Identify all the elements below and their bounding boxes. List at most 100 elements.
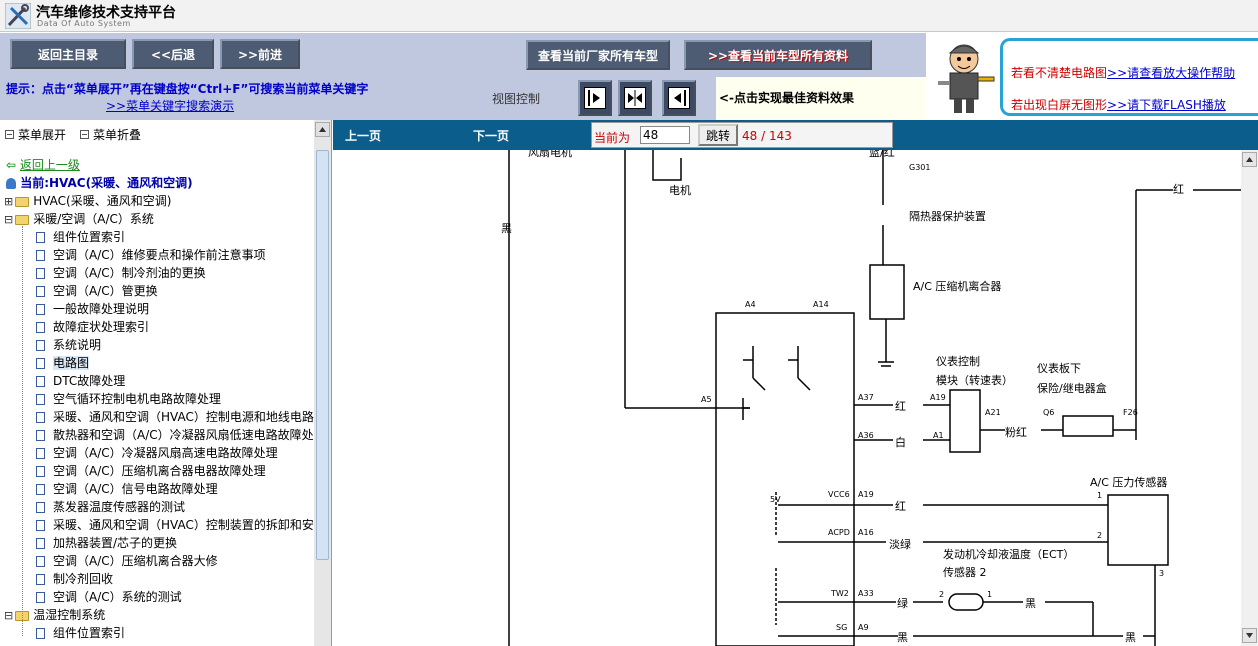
tree-leaf[interactable]: 空调（A/C）制冷剂油的更换 — [36, 264, 206, 282]
ac-clutch-label: A/C 压缩机离合器 — [913, 279, 1001, 293]
wire-green: 绿 — [897, 596, 908, 610]
pin-a21: A21 — [985, 408, 1001, 417]
wire-red-top: 红 — [1173, 183, 1184, 196]
home-button[interactable]: 返回主目录 — [10, 39, 126, 69]
tree-folder[interactable]: ⊞ HVAC(采暖、通风和空调) — [4, 192, 171, 210]
tree-leaf[interactable]: 空气循环控制电机电路故障处理 — [36, 390, 221, 408]
collapse-minus-icon[interactable]: ⊟ — [4, 609, 13, 622]
document-icon — [36, 268, 45, 279]
view-split-button[interactable] — [618, 80, 652, 116]
tree-leaf[interactable]: 组件位置索引 — [36, 624, 125, 642]
document-icon — [36, 574, 45, 585]
document-icon — [36, 376, 45, 387]
diagram-scroll-down-icon[interactable] — [1242, 628, 1257, 643]
scroll-up-icon[interactable] — [315, 122, 330, 137]
tree-leaf[interactable]: 采暖、通风和空调（HVAC）控制电源和地线电路 — [36, 408, 314, 426]
nav-toolbar: 返回主目录 <<后退 >>前进 查看当前厂家所有车型 >>查看当前车型所有资料 — [0, 33, 926, 77]
pin-a36: A36 — [858, 431, 874, 440]
tree-item-label: 温湿控制系统 — [33, 608, 106, 622]
tree-leaf[interactable]: 电路图 — [36, 354, 90, 372]
zoom-help-link[interactable]: >>请查看放大操作帮助 — [1107, 66, 1235, 80]
help-panel: 若看不清楚电路图>>请查看放大操作帮助 若出现白屏无图形>>请下载FLASH播放 — [926, 33, 1258, 120]
tree-leaf[interactable]: 采暖、通风和空调（HVAC）控制装置的拆卸和安 — [36, 516, 314, 534]
flash-download-link[interactable]: >>请下载FLASH播放 — [1107, 98, 1226, 112]
sidebar-scrollbar[interactable] — [314, 120, 331, 646]
menu-collapse-button[interactable]: 菜单折叠 — [80, 126, 141, 143]
tree-item-label: 采暖、通风和空调（HVAC）控制装置的拆卸和安 — [53, 518, 314, 532]
tree-item-label: 制冷剂回收 — [53, 572, 114, 586]
tree-item-label: 空调（A/C）压缩机离合器大修 — [53, 554, 218, 568]
flash-help-line: 若出现白屏无图形>>请下载FLASH播放 — [1011, 96, 1226, 113]
tree-leaf[interactable]: 空调（A/C）压缩机离合器大修 — [36, 552, 218, 570]
tree-leaf[interactable]: 空调（A/C）压缩机离合器电器故障处理 — [36, 462, 266, 480]
all-models-button[interactable]: 查看当前厂家所有车型 — [526, 40, 670, 70]
menu-expand-button[interactable]: 菜单展开 — [5, 126, 66, 143]
current-page-label: 当前为 — [594, 131, 631, 145]
tree-leaf[interactable]: 组件位置索引 — [36, 228, 125, 246]
voltage-5v: 5V — [770, 495, 781, 504]
scroll-thumb[interactable] — [316, 150, 329, 560]
page-number-input[interactable] — [640, 126, 690, 144]
ground-g301: G301 — [909, 163, 930, 172]
diagram-scrollbar[interactable] — [1241, 150, 1258, 646]
wire-pink-red: 粉红 — [1005, 426, 1027, 439]
arrow-right-icon — [584, 87, 606, 109]
menu-controls: 菜单展开 菜单折叠 — [0, 120, 314, 146]
pin-a9: A9 — [858, 623, 869, 632]
tree-folder[interactable]: ⊟ 温湿控制系统 — [4, 606, 105, 624]
tree-folder[interactable]: ⊟ 采暖/空调（A/C）系统 — [4, 210, 154, 228]
collapse-minus-icon[interactable]: ⊟ — [4, 213, 13, 226]
tree-leaf[interactable]: 空调（A/C）维修要点和操作前注意事项 — [36, 246, 266, 264]
wire-blue-red: 蓝/红 — [869, 150, 895, 159]
pin-sg: SG — [836, 623, 847, 632]
wire-black-sensor: 黑 — [1125, 631, 1136, 644]
tree-leaf[interactable]: 散热器和空调（A/C）冷凝器风扇低速电路故障处 — [36, 426, 314, 444]
document-icon — [36, 322, 45, 333]
tree-item-label: 空调（A/C）系统的测试 — [53, 590, 182, 604]
ect-sensor-label: 发动机冷却液温度（ECT） — [943, 547, 1074, 561]
globe-icon — [6, 178, 16, 189]
diagram-scroll-up-icon[interactable] — [1242, 152, 1257, 167]
tree-item-label: DTC故障处理 — [53, 374, 126, 388]
menu-collapse-label: 菜单折叠 — [93, 128, 142, 142]
tree-leaf[interactable]: 空调（A/C）管更换 — [36, 282, 158, 300]
search-demo-link[interactable]: >>菜单关键字搜索演示 — [106, 97, 234, 114]
tree-leaf[interactable]: 空调（A/C）系统的测试 — [36, 588, 182, 606]
prev-page-button[interactable]: 上一页 — [345, 127, 381, 144]
back-button[interactable]: <<后退 — [132, 39, 214, 69]
app-window: 汽车维修技术支持平台 Data Of Auto System 返回主目录 <<后… — [0, 0, 1258, 646]
tree-leaf[interactable]: 空调（A/C）信号电路故障处理 — [36, 480, 218, 498]
wire-black-ect: 黑 — [1025, 597, 1036, 610]
tree-item-label: 采暖/空调（A/C）系统 — [33, 212, 154, 226]
back-up-link[interactable]: ⇦ 返回上一级 — [6, 156, 80, 174]
tree-leaf[interactable]: 制冷剂回收 — [36, 570, 113, 588]
jump-button[interactable]: 跳转 — [698, 124, 738, 146]
document-icon — [36, 538, 45, 549]
document-icon — [36, 520, 45, 531]
tree-item-label: 空调（A/C）管更换 — [53, 284, 158, 298]
help-box: 若看不清楚电路图>>请查看放大操作帮助 若出现白屏无图形>>请下载FLASH播放 — [1000, 38, 1258, 116]
pin-a19b: A19 — [930, 393, 946, 402]
tree-leaf[interactable]: 故障症状处理索引 — [36, 318, 149, 336]
best-effect-hint: <-点击实现最佳资料效果 — [716, 77, 926, 120]
tree-leaf[interactable]: DTC故障处理 — [36, 372, 125, 390]
all-data-button[interactable]: >>查看当前车型所有资料 — [684, 40, 872, 70]
heat-guard-label: 隔热器保护装置 — [909, 209, 986, 223]
motor-label: 电机 — [669, 183, 691, 197]
next-page-button[interactable]: 下一页 — [473, 127, 509, 144]
pin-a14: A14 — [813, 300, 829, 309]
tree-leaf[interactable]: 蒸发器温度传感器的测试 — [36, 498, 185, 516]
tree-leaf[interactable]: 空调（A/C）冷凝器风扇高速电路故障处理 — [36, 444, 278, 462]
wire-light-green: 淡绿 — [889, 537, 911, 551]
view-expand-right-button[interactable] — [578, 80, 612, 116]
fuse-box-label: 仪表板下 — [1037, 361, 1081, 375]
expand-plus-icon[interactable]: ⊞ — [4, 195, 13, 208]
document-icon — [36, 304, 45, 315]
forward-button[interactable]: >>前进 — [220, 39, 300, 69]
tree-leaf[interactable]: 加热器装置/芯子的更换 — [36, 534, 177, 552]
view-expand-left-button[interactable] — [662, 80, 696, 116]
tree-leaf[interactable]: 系统说明 — [36, 336, 101, 354]
tree-leaf[interactable]: 一般故障处理说明 — [36, 300, 149, 318]
tree-item-label: 空调（A/C）压缩机离合器电器故障处理 — [53, 464, 266, 478]
tree-item-label: 一般故障处理说明 — [53, 302, 150, 316]
